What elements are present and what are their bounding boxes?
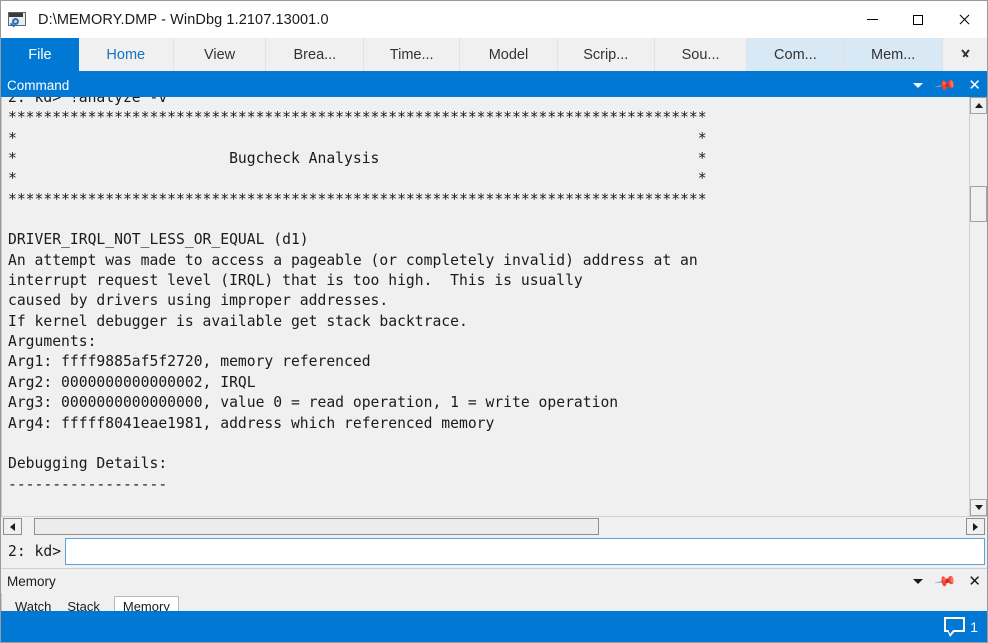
notification-count: 1 (970, 618, 978, 635)
maximize-button[interactable] (895, 1, 941, 38)
tab-home[interactable]: Home (78, 38, 174, 71)
command-output-scroll-region: 2: kd> !analyze -v *********************… (1, 97, 969, 516)
command-output-text: 2: kd> !analyze -v *********************… (8, 97, 707, 493)
scroll-up-button[interactable] (970, 97, 987, 114)
caret-down-icon (974, 505, 983, 510)
command-output-area: 2: kd> !analyze -v *********************… (1, 97, 987, 516)
tab-scripting[interactable]: Scrip... (557, 38, 655, 71)
memory-panel: Memory 📌 ✕ Watch Stack Memory (1, 568, 987, 611)
status-bar: 1 (1, 611, 987, 642)
memory-panel-title: Memory (7, 573, 56, 589)
command-panel-header[interactable]: Command 📌 ✕ (1, 73, 987, 97)
horizontal-scroll-track[interactable] (22, 518, 966, 535)
speech-bubble-icon[interactable] (944, 617, 966, 637)
command-panel: Command 📌 ✕ 2: kd> !analyze -v *********… (1, 73, 987, 568)
tab-memory[interactable]: Mem... (844, 38, 944, 71)
command-panel-tools: 📌 ✕ (912, 73, 981, 97)
close-button[interactable] (941, 1, 987, 38)
maximize-icon (913, 14, 923, 25)
tab-time-travel[interactable]: Time... (364, 38, 461, 71)
close-icon[interactable]: ✕ (968, 78, 981, 93)
tab-file[interactable]: File (1, 38, 79, 71)
scroll-right-button[interactable] (966, 518, 985, 535)
memory-panel-header[interactable]: Memory 📌 ✕ (1, 568, 987, 593)
minimize-button[interactable] (849, 1, 895, 38)
close-icon[interactable]: ✕ (968, 574, 981, 589)
close-icon (958, 13, 971, 26)
memory-panel-tools: 📌 ✕ (912, 569, 981, 593)
pin-icon[interactable]: 📌 (934, 569, 957, 592)
tab-source[interactable]: Sou... (654, 38, 748, 71)
tab-breakpoints[interactable]: Brea... (266, 38, 365, 71)
caret-left-icon (10, 522, 15, 531)
vertical-scroll-thumb[interactable] (970, 186, 987, 222)
chevron-down-icon (960, 49, 971, 60)
windbg-icon (8, 11, 28, 29)
caret-down-icon[interactable] (912, 82, 923, 88)
memory-tab-watch[interactable]: Watch (7, 597, 59, 611)
pin-icon[interactable]: 📌 (934, 73, 957, 96)
minimize-icon (866, 19, 878, 20)
window-controls (849, 1, 987, 38)
memory-tab-stack[interactable]: Stack (59, 597, 108, 611)
caret-up-icon (974, 103, 983, 108)
scroll-left-button[interactable] (3, 518, 22, 535)
tab-model[interactable]: Model (460, 38, 558, 71)
command-prompt-label: 2: kd> (3, 538, 66, 565)
windbg-window: D:\MEMORY.DMP - WinDbg 1.2107.13001.0 Fi… (0, 0, 988, 643)
command-output-vertical-scrollbar[interactable] (969, 97, 987, 516)
command-panel-title: Command (7, 77, 70, 93)
memory-panel-tabstrip: Watch Stack Memory (7, 596, 179, 611)
memory-panel-body: Watch Stack Memory (1, 593, 987, 611)
tab-command[interactable]: Com... (747, 38, 845, 71)
vertical-scroll-track[interactable] (970, 114, 987, 499)
ribbon-tabs: File Home View Brea... Time... Model Scr… (1, 38, 987, 73)
ribbon-overflow-button[interactable] (943, 38, 987, 71)
command-prompt-row: 2: kd> (1, 536, 987, 568)
horizontal-scroll-thumb[interactable] (34, 518, 599, 535)
title-bar: D:\MEMORY.DMP - WinDbg 1.2107.13001.0 (1, 1, 987, 38)
scroll-down-button[interactable] (970, 499, 987, 516)
memory-tab-memory[interactable]: Memory (113, 596, 179, 611)
caret-right-icon (973, 522, 978, 531)
tab-view[interactable]: View (173, 38, 267, 71)
command-input[interactable] (65, 538, 985, 565)
command-output-horizontal-scrollbar[interactable] (1, 516, 987, 536)
caret-down-icon[interactable] (912, 578, 923, 584)
window-title: D:\MEMORY.DMP - WinDbg 1.2107.13001.0 (38, 11, 329, 28)
